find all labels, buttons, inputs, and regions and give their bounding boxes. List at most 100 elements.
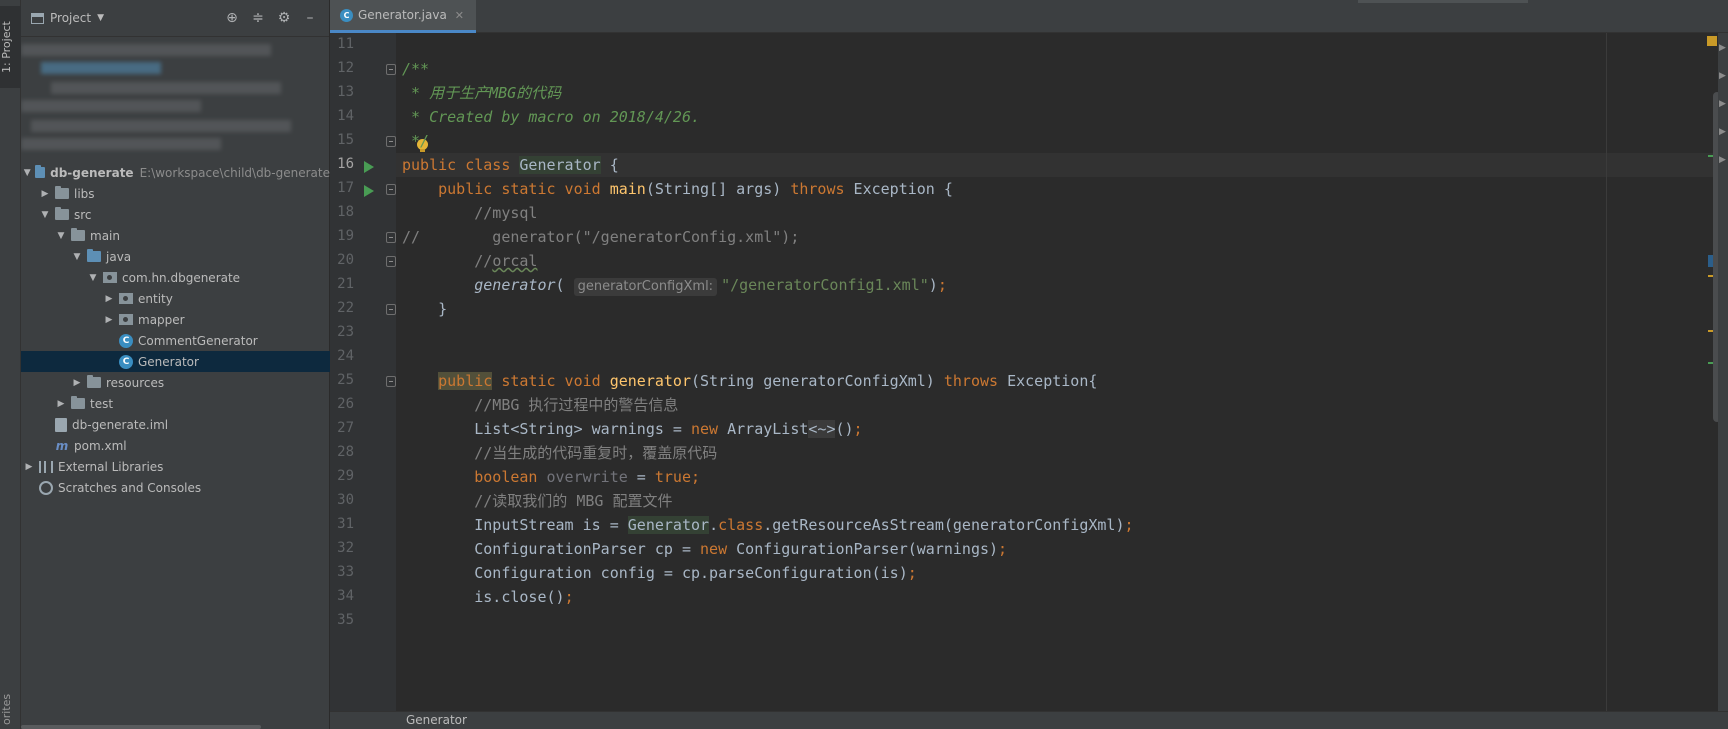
code-token: static void <box>492 372 610 390</box>
code-token: Configuration config = cp.parseConfigura… <box>402 564 908 582</box>
hide-panel-icon[interactable]: – <box>297 10 323 26</box>
chevron-right-icon[interactable]: ▶ <box>71 378 83 388</box>
tree-item-iml[interactable]: db-generate.iml <box>21 414 330 435</box>
code-line-34: is.close(); <box>396 585 1728 609</box>
folder-icon <box>55 186 69 199</box>
tab-generator-java[interactable]: C Generator.java ✕ <box>330 0 477 33</box>
chevron-right-icon[interactable]: ▶ <box>55 399 67 409</box>
breadcrumb[interactable]: Generator <box>406 713 467 727</box>
line-number: 15 <box>337 132 354 148</box>
line-number: 30 <box>337 492 354 508</box>
tree-item-label: Scratches and Consoles <box>58 480 202 495</box>
fold-icon[interactable] <box>386 304 396 315</box>
fold-icon[interactable] <box>386 64 396 75</box>
tree-item-label: libs <box>74 186 95 201</box>
tree-item-entity[interactable]: ▶ entity <box>21 288 330 309</box>
code-token: ; <box>937 276 947 294</box>
tree-item-external-libraries[interactable]: ▶ External Libraries <box>21 456 330 477</box>
chevron-down-icon[interactable]: ▼ <box>23 168 31 178</box>
code-token: main <box>609 180 646 198</box>
tree-item-commentgenerator[interactable]: C CommentGenerator <box>21 330 330 351</box>
code-line-25: public static void generator(String gene… <box>396 369 1728 393</box>
code-token: generator <box>609 372 691 390</box>
chevron-down-icon[interactable]: ▼ <box>55 231 67 241</box>
tree-item-generator[interactable]: C Generator <box>21 351 330 372</box>
chevron-down-icon[interactable]: ▼ <box>39 210 51 220</box>
line-number: 19 <box>337 228 354 244</box>
tree-item-label: External Libraries <box>58 459 164 474</box>
collapse-all-icon[interactable]: ≑ <box>245 10 271 26</box>
tree-item-package[interactable]: ▼ com.hn.dbgenerate <box>21 267 330 288</box>
warning-indicator-icon[interactable] <box>1707 36 1717 46</box>
code-token: overwrite <box>537 468 628 486</box>
fold-icon[interactable] <box>386 256 396 267</box>
search-everywhere-box[interactable] <box>1358 0 1528 3</box>
code-line-22: } <box>402 300 448 318</box>
tree-item-libs[interactable]: ▶ libs <box>21 183 330 204</box>
tree-item-mapper[interactable]: ▶ mapper <box>21 309 330 330</box>
fold-icon[interactable] <box>386 376 396 387</box>
tree-item-resources[interactable]: ▶ resources <box>21 372 330 393</box>
tree-item-pom[interactable]: m pom.xml <box>21 435 330 456</box>
code-token: . <box>709 516 719 534</box>
chevron-right-icon[interactable]: ▶ <box>103 315 115 325</box>
locate-file-icon[interactable]: ⊕ <box>219 10 245 26</box>
code-token: Generator <box>519 156 601 174</box>
chevron-right-icon[interactable]: ▶ <box>1718 155 1728 165</box>
fold-icon[interactable] <box>386 232 396 243</box>
code-token: ( <box>555 276 565 294</box>
tree-item-src[interactable]: ▼ src <box>21 204 330 225</box>
editor-gutter: 11 12 13 14 15 16 17 18 19 20 21 22 23 2… <box>330 33 396 711</box>
run-class-icon[interactable] <box>364 161 374 173</box>
favorites-tool-tab[interactable]: orites <box>0 689 21 729</box>
code-token: ) <box>928 276 938 294</box>
folder-icon <box>55 207 69 220</box>
code-token: throws <box>790 180 845 198</box>
project-panel-toolbar: ⊕ ≑ ⚙ – <box>219 10 323 26</box>
chevron-right-icon[interactable]: ▶ <box>1718 99 1728 109</box>
code-token: Generator <box>627 516 710 534</box>
code-token: Exception { <box>844 180 953 198</box>
fold-icon[interactable] <box>386 136 396 147</box>
project-tool-tab[interactable]: 1: Project <box>0 6 21 88</box>
code-line-32: ConfigurationParser cp = new Configurati… <box>396 537 1728 561</box>
line-number: 25 <box>337 372 354 388</box>
chevron-right-icon[interactable]: ▶ <box>39 189 51 199</box>
tree-item-main[interactable]: ▼ main <box>21 225 330 246</box>
code-line-13: * 用于生产MBG的代码 <box>402 84 562 102</box>
code-token: () <box>835 420 854 438</box>
code-token: ; <box>564 588 574 606</box>
fold-icon[interactable] <box>386 184 396 195</box>
gear-icon[interactable]: ⚙ <box>271 10 297 26</box>
chevron-right-icon[interactable]: ▶ <box>103 294 115 304</box>
tree-item-label: main <box>90 228 120 243</box>
code-token: (String generatorConfigXml) <box>691 372 944 390</box>
line-number: 17 <box>337 180 354 196</box>
chevron-right-icon[interactable]: ▶ <box>23 462 35 472</box>
line-number: 18 <box>337 204 354 220</box>
tree-item-java[interactable]: ▼ java <box>21 246 330 267</box>
code-area[interactable]: /** * 用于生产MBG的代码 * Created by macro on 2… <box>396 33 1728 711</box>
code-token: true <box>654 468 691 486</box>
close-icon[interactable]: ✕ <box>455 9 464 22</box>
chevron-down-icon[interactable]: ▼ <box>97 13 104 23</box>
tree-item-test[interactable]: ▶ test <box>21 393 330 414</box>
tree-item-label: pom.xml <box>74 438 127 453</box>
code-line-17: public static void main(String[] args) t… <box>396 177 1728 201</box>
chevron-down-icon[interactable]: ▼ <box>87 273 99 283</box>
code-token: <~> <box>808 420 836 438</box>
chevron-right-icon[interactable]: ▶ <box>1718 71 1728 81</box>
run-main-icon[interactable] <box>364 185 374 197</box>
code-token: (String[] args) <box>645 180 791 198</box>
chevron-down-icon[interactable]: ▼ <box>71 252 83 262</box>
project-view-selector[interactable]: Project <box>50 11 91 25</box>
tree-item-scratches[interactable]: Scratches and Consoles <box>21 477 330 498</box>
code-token: ConfigurationParser(warnings) <box>727 540 999 558</box>
chevron-right-icon[interactable]: ▶ <box>1718 43 1728 53</box>
code-token: orcal <box>492 252 538 270</box>
project-panel-scrollbar[interactable] <box>21 725 261 729</box>
tree-item-db-generate[interactable]: ▼ db-generate E:\workspace\child\db-gene… <box>21 162 330 183</box>
code-token: List<String> warnings = <box>402 420 691 438</box>
chevron-right-icon[interactable]: ▶ <box>1718 127 1728 137</box>
